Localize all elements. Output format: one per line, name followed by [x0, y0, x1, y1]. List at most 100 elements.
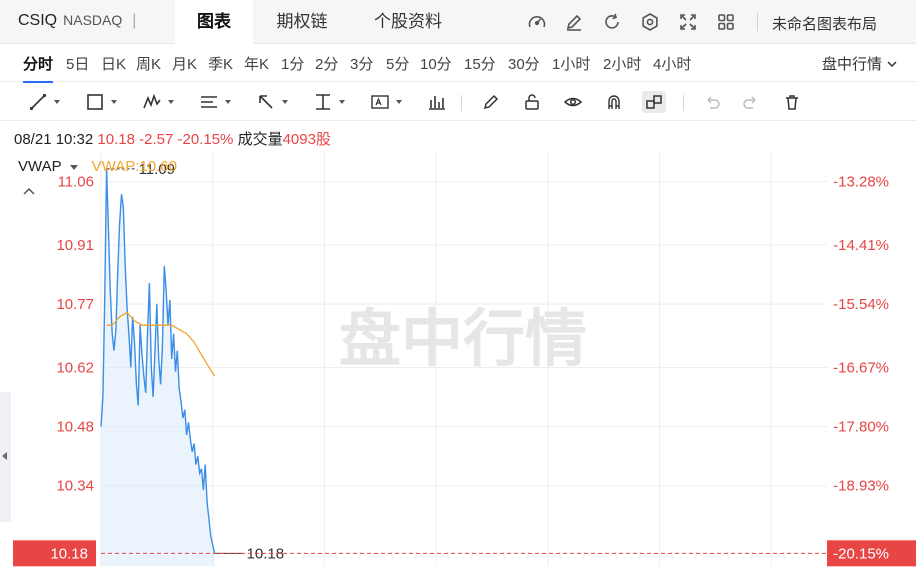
indicator-value: VWAP:10.60 [91, 158, 177, 175]
interval-10m[interactable]: 10分 [420, 53, 452, 74]
quote-datetime: 08/21 10:32 [14, 131, 94, 148]
eye-icon [563, 97, 583, 107]
interval-4h[interactable]: 4小时 [653, 53, 691, 74]
price-tick-label: 11.06 [58, 174, 94, 191]
percent-tick-label: -13.28% [833, 174, 889, 191]
trash-icon [786, 95, 798, 110]
rectangle-tool[interactable] [85, 91, 117, 113]
measure-tool[interactable] [313, 91, 345, 113]
measure-icon [316, 94, 330, 110]
header-divider [757, 13, 758, 31]
price-tick-label: 10.62 [56, 359, 94, 376]
interval-monthly[interactable]: 月K [172, 53, 197, 74]
price-tick-label: 10.91 [56, 237, 94, 254]
percent-tick-label: -14.41% [833, 237, 889, 254]
interval-bar: 分时 5日 日K 周K 月K 季K 年K 1分 2分 3分 5分 10分 15分… [0, 44, 916, 83]
layout-grid-icon[interactable] [716, 12, 736, 32]
wave-pattern-icon [143, 93, 161, 109]
quote-volume-label: 成交量 [237, 131, 283, 148]
quote-change: -2.57 [139, 131, 174, 148]
text-annotation-icon [371, 95, 389, 109]
fibonacci-tool[interactable] [199, 91, 231, 113]
visibility-tool[interactable] [563, 91, 583, 113]
trend-line-icon [29, 93, 47, 111]
indicator-tool[interactable] [427, 91, 447, 113]
link-tool[interactable] [642, 91, 666, 113]
lock-tool[interactable] [522, 91, 542, 113]
interval-2m[interactable]: 2分 [315, 53, 338, 74]
quote-volume: 4093股 [282, 131, 331, 148]
arrow-tool[interactable] [256, 91, 288, 113]
rectangle-icon [87, 94, 103, 110]
price-tick-label: 10.77 [56, 296, 94, 313]
redo-icon [743, 96, 756, 109]
last-price-label: 10.18 [50, 545, 88, 562]
price-axis: 11.06 10.91 10.77 10.62 10.48 10.34 [56, 174, 94, 495]
price-tick-label: 10.48 [56, 419, 94, 436]
delete-button[interactable] [782, 91, 802, 113]
interval-5d[interactable]: 5日 [66, 53, 89, 74]
settings-icon[interactable] [640, 12, 660, 32]
bar-indicator-icon [429, 96, 445, 110]
toolbar-divider [461, 95, 462, 111]
session-dropdown[interactable]: 盘中行情 [822, 53, 898, 74]
interval-15m[interactable]: 15分 [464, 53, 496, 74]
pattern-tool[interactable] [142, 91, 174, 113]
percent-axis: -13.28% -14.41% -15.54% -16.67% -17.80% -18.9… [833, 174, 889, 495]
ticker-exchange: NASDAQ [63, 12, 123, 28]
caret-down-icon [69, 164, 78, 170]
text-tool[interactable] [370, 91, 402, 113]
indicator-name: VWAP [18, 158, 62, 175]
undo-button[interactable] [702, 91, 722, 113]
interval-1h[interactable]: 1小时 [552, 53, 590, 74]
link-icon [646, 95, 662, 109]
interval-yearly[interactable]: 年K [244, 53, 269, 74]
percent-tick-label: -16.67% [833, 359, 889, 376]
chevron-down-icon [887, 61, 897, 68]
tab-chart[interactable]: 图表 [175, 0, 253, 44]
fullscreen-icon[interactable] [678, 12, 698, 32]
layout-name[interactable]: 未命名图表布局 [772, 13, 877, 34]
speedometer-icon[interactable] [527, 12, 547, 32]
toolbar-divider [683, 95, 684, 111]
price-tick-label: 10.34 [56, 478, 94, 495]
pencil-icon [483, 94, 499, 110]
interval-intraday[interactable]: 分时 [23, 53, 54, 83]
undo-icon [707, 96, 720, 109]
interval-3m[interactable]: 3分 [350, 53, 373, 74]
interval-daily[interactable]: 日K [101, 53, 126, 74]
intraday-chart[interactable]: 盘中行情 11.06 10.91 10.77 10.62 10.48 10.34 -13.… [0, 150, 916, 567]
percent-tick-label: -18.93% [833, 478, 889, 495]
brush-tool[interactable] [481, 91, 501, 113]
vwap-legend[interactable]: VWAP VWAP:10.60 [18, 158, 177, 175]
redo-button[interactable] [741, 91, 761, 113]
interval-quarterly[interactable]: 季K [208, 53, 233, 74]
unlock-icon [525, 94, 539, 110]
refresh-icon[interactable] [602, 12, 622, 32]
interval-weekly[interactable]: 周K [136, 53, 161, 74]
interval-5m[interactable]: 5分 [386, 53, 409, 74]
collapse-up-icon[interactable] [22, 186, 36, 196]
chart-header: CSIQ NASDAQ | 图表 期权链 个股资料 未命名图表布局 [0, 0, 916, 44]
trend-line-tool[interactable] [28, 91, 60, 113]
tab-options-chain[interactable]: 期权链 [258, 0, 346, 44]
percent-tick-label: -17.80% [833, 419, 889, 436]
quote-change-pct: -20.15% [177, 131, 234, 148]
magnet-tool[interactable] [604, 91, 624, 113]
fibonacci-icon [201, 96, 217, 108]
interval-2h[interactable]: 2小时 [603, 53, 641, 74]
tab-stock-profile[interactable]: 个股资料 [360, 0, 456, 44]
sidebar-toggle[interactable] [0, 392, 11, 522]
magnet-icon [608, 95, 620, 109]
arrow-icon [259, 95, 273, 109]
percent-tick-label: -15.54% [833, 296, 889, 313]
interval-1m[interactable]: 1分 [281, 53, 304, 74]
ticker: CSIQ NASDAQ | [18, 12, 136, 30]
interval-30m[interactable]: 30分 [508, 53, 540, 74]
ticker-symbol: CSIQ [18, 12, 58, 29]
edit-icon[interactable] [564, 12, 584, 32]
chevron-left-icon [2, 452, 7, 460]
session-label: 盘中行情 [822, 56, 883, 73]
chart-watermark: 盘中行情 [339, 302, 587, 375]
drawing-toolbar [0, 83, 916, 121]
